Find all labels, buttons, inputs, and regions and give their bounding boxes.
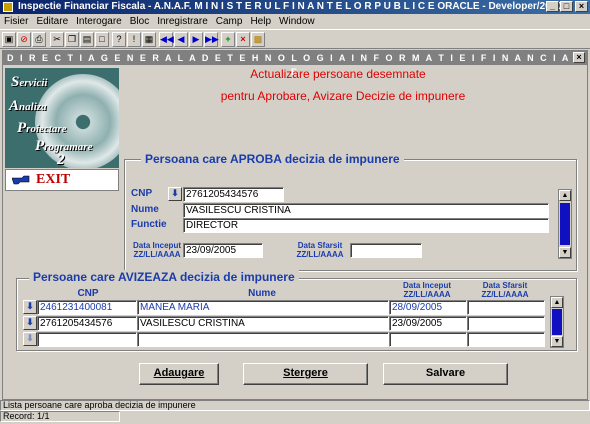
approver-scrollbar[interactable]: ▲ ▼ xyxy=(558,189,572,259)
exit-label: EXIT xyxy=(36,172,71,187)
window-title: Inspectie Financiar Fiscala - A.N.A.F. M… xyxy=(18,1,562,12)
reviewers-scrollbar[interactable]: ▲ ▼ xyxy=(550,296,564,348)
menu-interogare[interactable]: Interogare xyxy=(72,14,126,27)
execute-query-icon[interactable]: ! xyxy=(127,32,141,47)
menu-bloc[interactable]: Bloc xyxy=(126,14,153,27)
delete-record-icon[interactable]: × xyxy=(236,32,250,47)
approver-end-date-field[interactable] xyxy=(350,243,422,258)
save-icon[interactable]: ▣ xyxy=(2,32,16,47)
reviewer-cnp-field[interactable] xyxy=(37,332,137,347)
window-title-bar[interactable]: Inspectie Financiar Fiscala - A.N.A.F. M… xyxy=(0,0,590,14)
close-window-button[interactable]: × xyxy=(575,1,588,12)
reviewer-end-date-field[interactable] xyxy=(467,332,545,347)
paste-icon[interactable]: ▤ xyxy=(80,32,94,47)
previous-record-icon[interactable]: ◀ xyxy=(174,32,188,47)
cut-icon[interactable]: ✂ xyxy=(50,32,64,47)
delete-button-label: Stergere xyxy=(283,367,328,379)
functie-label: Functie xyxy=(131,219,167,230)
toolbar: ▣ ⊘ ⎙ ✂ ❐ ▤ □ ? ! ▦ ◀◀ ◀ ▶ ▶▶ + × ▩ xyxy=(0,29,590,49)
status-record: Record: 1/1 xyxy=(0,411,120,422)
data-sfarsit-label: Data Sfarsit ZZ/LL/AAAA xyxy=(296,241,344,259)
reviewer-cnp-field[interactable]: 2761205434576 xyxy=(37,316,137,331)
form-close-button[interactable]: × xyxy=(573,52,585,63)
col-header-nume: Nume xyxy=(248,288,276,299)
delete-button[interactable]: Stergere xyxy=(243,363,368,385)
minimize-button[interactable]: _ xyxy=(546,1,559,12)
scroll-thumb[interactable] xyxy=(552,309,562,335)
approver-group-title: Persoana care APROBA decizia de impunere xyxy=(141,152,404,166)
form-window: D I R E C T I A G E N E R A L A D E T E … xyxy=(2,50,588,400)
data-inceput-label: Data Inceput ZZ/LL/AAAA xyxy=(132,241,181,259)
reviewer-cnp-field[interactable]: 2461231400081 xyxy=(37,300,137,315)
menu-camp[interactable]: Camp xyxy=(212,14,247,27)
scroll-down-icon[interactable]: ▼ xyxy=(559,247,571,258)
reviewers-group-title: Persoane care AVIZEAZA decizia de impune… xyxy=(29,270,299,284)
lock-icon[interactable]: ▩ xyxy=(251,32,265,47)
menu-help[interactable]: Help xyxy=(246,14,275,27)
print-icon[interactable]: ⎙ xyxy=(32,32,46,47)
row-lov-button[interactable]: ⬇ xyxy=(23,300,37,314)
row-lov-button[interactable]: ⬇ xyxy=(23,316,37,330)
approver-cnp-field[interactable]: 2761205434576 xyxy=(183,187,284,202)
form-title-bar: D I R E C T I A G E N E R A L A D E T E … xyxy=(3,51,587,77)
menu-fisier[interactable]: Fisier xyxy=(0,14,32,27)
app-icon xyxy=(3,2,13,12)
row-lov-button[interactable]: ⬇ xyxy=(23,332,37,346)
col-header-data-inceput: Data Inceput ZZ/LL/AAAA xyxy=(402,281,451,299)
reviewer-end-date-field[interactable] xyxy=(467,316,545,331)
menu-inregistrare[interactable]: Inregistrare xyxy=(153,14,212,27)
menu-window[interactable]: Window xyxy=(275,14,319,27)
last-record-icon[interactable]: ▶▶ xyxy=(204,32,219,47)
next-record-icon[interactable]: ▶ xyxy=(189,32,203,47)
menu-editare[interactable]: Editare xyxy=(32,14,72,27)
clear-icon[interactable]: □ xyxy=(95,32,109,47)
reviewer-end-date-field[interactable] xyxy=(467,300,545,315)
exit-button[interactable]: EXIT xyxy=(5,169,119,191)
scroll-thumb[interactable] xyxy=(560,203,570,245)
scroll-down-icon[interactable]: ▼ xyxy=(551,336,563,347)
scroll-up-icon[interactable]: ▲ xyxy=(551,297,563,308)
nume-label: Nume xyxy=(131,204,159,215)
scroll-up-icon[interactable]: ▲ xyxy=(559,190,571,201)
enter-query-icon[interactable]: ? xyxy=(112,32,126,47)
reviewer-start-date-field[interactable]: 23/09/2005 xyxy=(389,316,467,331)
approver-function-field[interactable]: DIRECTOR xyxy=(183,218,549,233)
add-button-label: Adaugare xyxy=(153,367,205,379)
maximize-button[interactable]: □ xyxy=(560,1,573,12)
insert-record-icon[interactable]: + xyxy=(221,32,235,47)
pointing-hand-icon xyxy=(12,175,30,185)
save-button[interactable]: Salvare xyxy=(383,363,508,385)
reviewer-start-date-field[interactable]: 28/09/2005 xyxy=(389,300,467,315)
form-heading-line1: Actualizare persoane desemnate xyxy=(250,67,426,81)
save-button-label: Salvare xyxy=(425,367,466,379)
logo: Servicii Analiza Proiectare Programare 2 xyxy=(5,68,119,168)
approver-name-field[interactable]: VASILESCU CRISTINA xyxy=(183,203,549,218)
copy-icon[interactable]: ❐ xyxy=(65,32,79,47)
exit-icon[interactable]: ⊘ xyxy=(17,32,31,47)
reviewer-name-field[interactable]: MANEA MARIA xyxy=(137,300,389,315)
status-hint: Lista persoane care aproba decizia de im… xyxy=(0,400,590,411)
cnp-lov-button[interactable]: ⬇ xyxy=(168,187,182,201)
col-header-data-sfarsit: Data Sfarsit ZZ/LL/AAAA xyxy=(481,281,529,299)
form-heading-line2: pentru Aprobare, Avizare Decizie de impu… xyxy=(220,89,466,103)
query-icon[interactable]: ▦ xyxy=(142,32,156,47)
cnp-label: CNP xyxy=(131,188,153,199)
first-record-icon[interactable]: ◀◀ xyxy=(159,32,174,47)
reviewer-start-date-field[interactable] xyxy=(389,332,467,347)
add-button[interactable]: Adaugare xyxy=(139,363,219,385)
col-header-cnp: CNP xyxy=(77,288,99,299)
reviewer-name-field[interactable] xyxy=(137,332,389,347)
menu-bar: Fisier Editare Interogare Bloc Inregistrare C… xyxy=(0,14,590,29)
reviewer-name-field[interactable]: VASILESCU CRISTINA xyxy=(137,316,389,331)
approver-start-date-field[interactable]: 23/09/2005 xyxy=(183,243,263,258)
